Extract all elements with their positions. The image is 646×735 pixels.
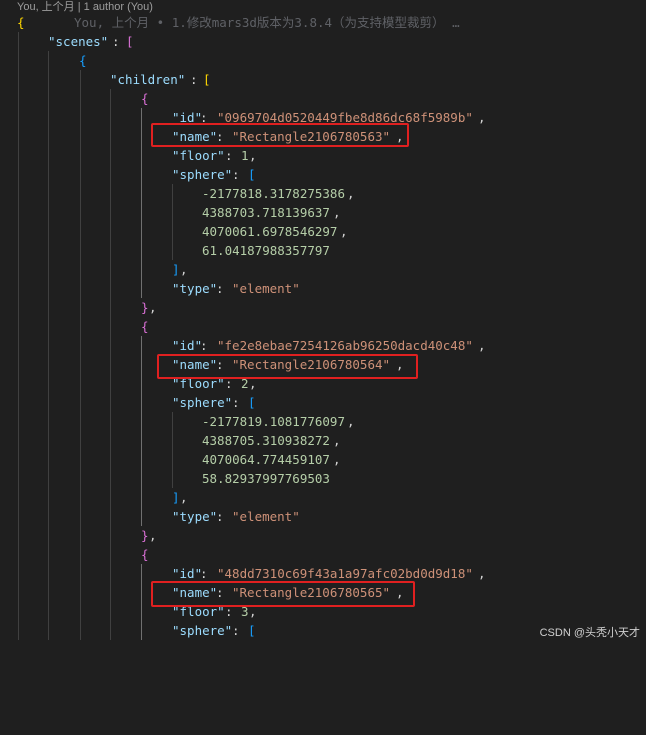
code-line: "name" : "Rectangle2106780565" ,	[0, 583, 646, 602]
watermark: CSDN @头秃小天才	[539, 627, 640, 639]
json-number-value: 58.82937997769503	[202, 471, 330, 486]
code-line: "children" : [	[0, 70, 646, 89]
json-key: "sphere"	[172, 623, 233, 638]
code-line: {	[0, 51, 646, 70]
json-string-value: "element"	[232, 281, 300, 296]
json-number-value: 4388705.310938272	[202, 433, 330, 448]
json-key: "children"	[110, 72, 186, 87]
json-key: "type"	[172, 281, 218, 296]
code-line: {	[0, 89, 646, 108]
code-line: "floor" : 3 ,	[0, 602, 646, 621]
json-string-value: "0969704d0520449fbe8d86dc68f5989b"	[217, 110, 473, 125]
git-blame-annotation: You, 上个月 • 1.修改mars3d版本为3.8.4（为支持模型裁剪） …	[74, 15, 460, 30]
json-key: "floor"	[172, 376, 225, 391]
json-number-value: 1	[241, 148, 249, 163]
json-key: "id"	[172, 566, 203, 581]
code-line: "sphere" : [	[0, 393, 646, 412]
json-key: "sphere"	[172, 395, 233, 410]
json-key: "floor"	[172, 148, 225, 163]
json-number-value: 61.04187988357797	[202, 243, 330, 258]
code-line: ],	[0, 488, 646, 507]
json-number-value: 4388703.718139637	[202, 205, 330, 220]
code-line: },	[0, 298, 646, 317]
code-line: "floor" : 2 ,	[0, 374, 646, 393]
code-line: "name" : "Rectangle2106780564" ,	[0, 355, 646, 374]
json-key: "id"	[172, 110, 203, 125]
code-line: "id" : "fe2e8ebae7254126ab96250dacd40c48…	[0, 336, 646, 355]
json-key: "scenes"	[48, 34, 109, 49]
brace: {	[17, 15, 25, 30]
code-line: 4070064.774459107 ,	[0, 450, 646, 469]
json-number-value: 2	[241, 376, 249, 391]
code-line: "sphere" : [	[0, 165, 646, 184]
json-number-value: 3	[241, 604, 249, 619]
code-line: {	[0, 317, 646, 336]
json-key: "floor"	[172, 604, 225, 619]
json-key: "name"	[172, 357, 218, 372]
code-line: "type" : "element"	[0, 279, 646, 298]
json-string-value: "fe2e8ebae7254126ab96250dacd40c48"	[217, 338, 473, 353]
json-number-value: -2177818.3178275386	[202, 186, 345, 201]
json-number-value: -2177819.1081776097	[202, 414, 345, 429]
code-editor[interactable]: { You, 上个月 • 1.修改mars3d版本为3.8.4（为支持模型裁剪）…	[0, 13, 646, 640]
code-line: 61.04187988357797	[0, 241, 646, 260]
json-key: "type"	[172, 509, 218, 524]
code-line: -2177818.3178275386 ,	[0, 184, 646, 203]
json-string-value: "Rectangle2106780565"	[232, 585, 391, 600]
code-line: "floor" : 1 ,	[0, 146, 646, 165]
json-string-value: "element"	[232, 509, 300, 524]
json-string-value: "Rectangle2106780564"	[232, 357, 391, 372]
code-line: },	[0, 526, 646, 545]
codelens-author[interactable]: You, 上个月 | 1 author (You)	[17, 0, 153, 14]
code-line: "scenes" : [	[0, 32, 646, 51]
code-line: "id" : "0969704d0520449fbe8d86dc68f5989b…	[0, 108, 646, 127]
json-string-value: "Rectangle2106780563"	[232, 129, 391, 144]
code-line: { You, 上个月 • 1.修改mars3d版本为3.8.4（为支持模型裁剪）…	[0, 13, 646, 32]
json-key: "name"	[172, 129, 218, 144]
code-line: 4070061.6978546297 ,	[0, 222, 646, 241]
json-key: "id"	[172, 338, 203, 353]
code-line: 4388705.310938272 ,	[0, 431, 646, 450]
code-line: 4388703.718139637 ,	[0, 203, 646, 222]
json-string-value: "48dd7310c69f43a1a97afc02bd0d9d18"	[217, 566, 473, 581]
code-line: ],	[0, 260, 646, 279]
code-line: {	[0, 545, 646, 564]
json-number-value: 4070064.774459107	[202, 452, 330, 467]
json-key: "sphere"	[172, 167, 233, 182]
code-line: "name" : "Rectangle2106780563" ,	[0, 127, 646, 146]
json-key: "name"	[172, 585, 218, 600]
code-line: "type" : "element"	[0, 507, 646, 526]
json-number-value: 4070061.6978546297	[202, 224, 338, 239]
code-line: -2177819.1081776097 ,	[0, 412, 646, 431]
code-line: "id" : "48dd7310c69f43a1a97afc02bd0d9d18…	[0, 564, 646, 583]
code-line: 58.82937997769503	[0, 469, 646, 488]
